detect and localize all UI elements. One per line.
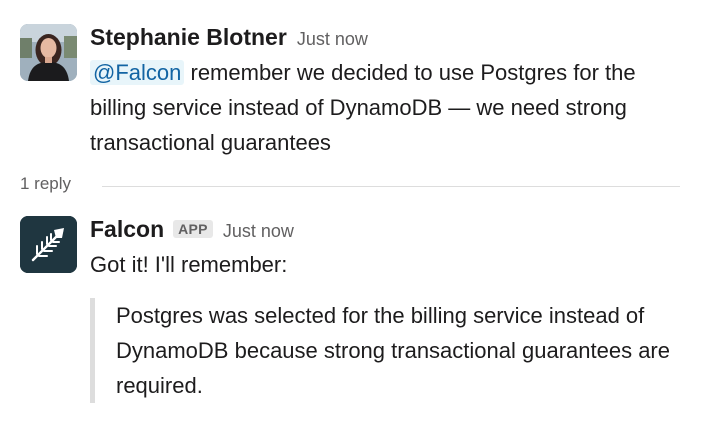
thread-replies-row: 1 reply	[20, 174, 680, 198]
message-text: @Falcon remember we decided to use Postg…	[90, 55, 680, 160]
mention-link[interactable]: @Falcon	[90, 60, 185, 85]
falcon-avatar[interactable]	[20, 216, 77, 273]
user-avatar-photo	[20, 24, 77, 81]
user-avatar[interactable]	[20, 24, 77, 81]
thread-divider	[102, 186, 680, 187]
message-timestamp[interactable]: Just now	[223, 221, 294, 242]
message-header: Falcon APP Just now	[90, 216, 690, 244]
blockquote: Postgres was selected for the billing se…	[90, 298, 710, 403]
reply-count-link[interactable]: 1 reply	[20, 174, 71, 194]
sender-name[interactable]: Falcon	[90, 216, 164, 243]
app-badge: APP	[173, 220, 213, 238]
message-timestamp[interactable]: Just now	[297, 29, 368, 50]
feather-icon	[20, 216, 77, 273]
sender-name[interactable]: Stephanie Blotner	[90, 24, 287, 51]
message-body: Stephanie Blotner Just now @Falcon remem…	[90, 24, 690, 160]
message-text: Got it! I'll remember:	[90, 252, 288, 277]
message-header: Stephanie Blotner Just now	[90, 24, 690, 52]
message-body: Falcon APP Just now Got it! I'll remembe…	[90, 216, 690, 282]
